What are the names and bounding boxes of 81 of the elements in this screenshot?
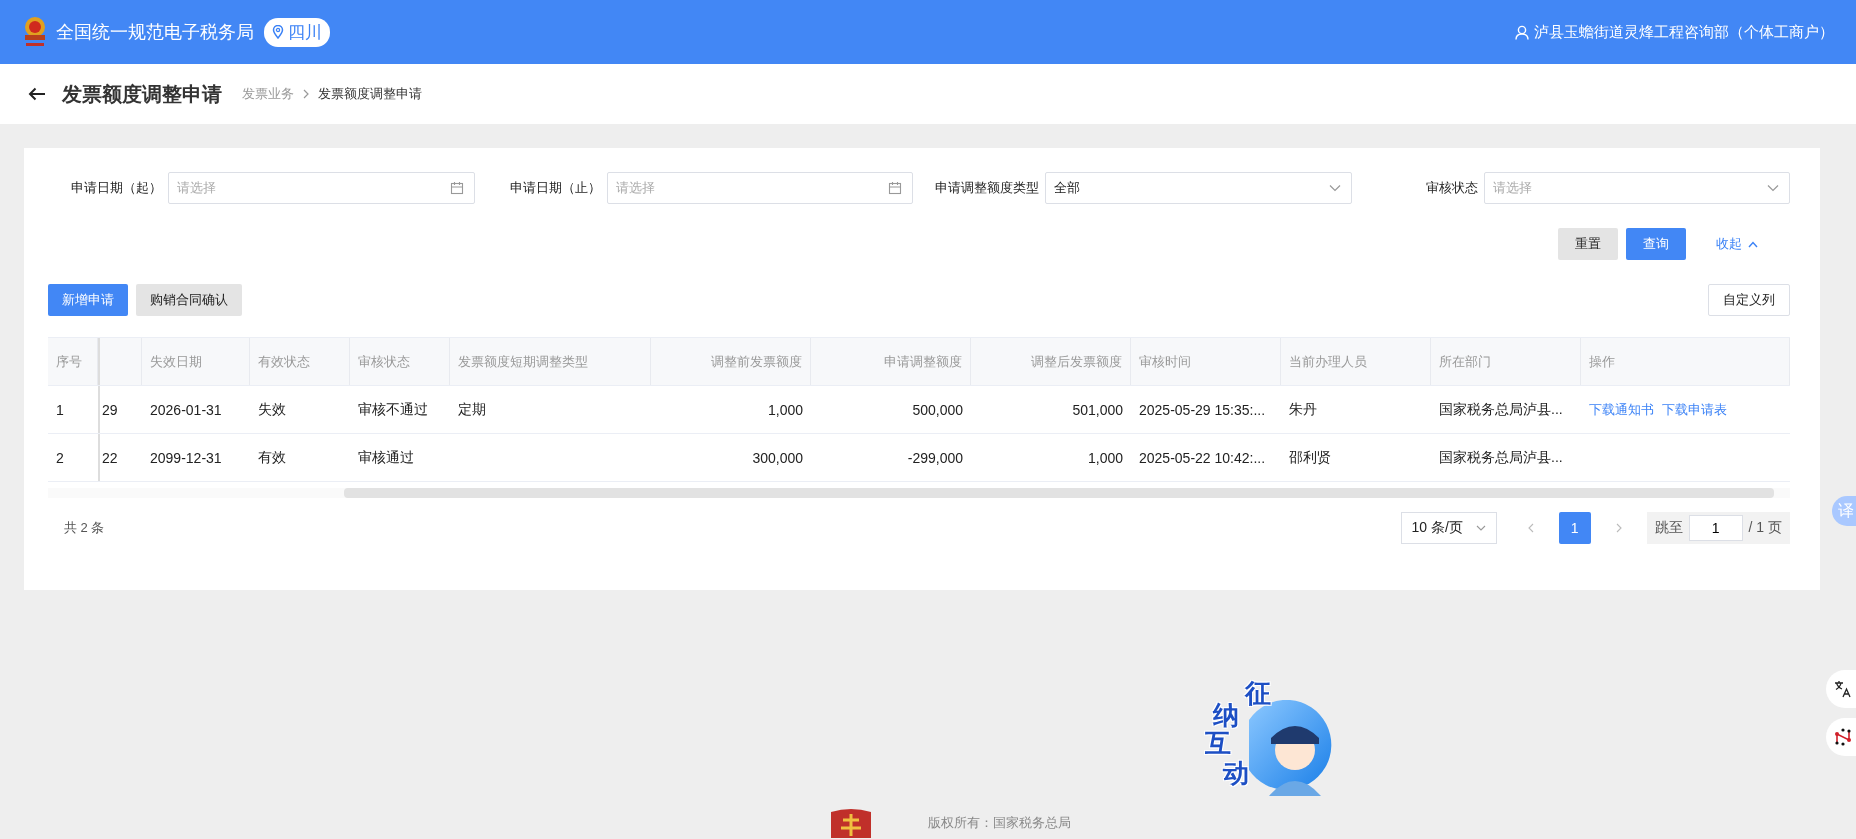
- table-cell: 29: [98, 386, 142, 433]
- table-cell-text: 国家税务总局泸县...: [1438, 447, 1564, 467]
- table-cell: 22: [98, 434, 142, 481]
- column-header: 操作: [1581, 338, 1790, 385]
- column-header: 调整后发票额度: [971, 338, 1131, 385]
- mascot-label: 互: [1205, 730, 1231, 756]
- user-account[interactable]: 泸县玉蟾街道灵烽工程咨询部（个体工商户）: [1515, 22, 1834, 42]
- column-header: 有效状态: [250, 338, 350, 385]
- user-icon: [1515, 24, 1529, 40]
- table-cell-text: 2025-05-22 10:42:...: [1138, 448, 1267, 468]
- filter-label: 申请调整额度类型: [934, 179, 1040, 197]
- calendar-icon: [449, 181, 464, 195]
- date-field[interactable]: 请选择: [606, 172, 913, 204]
- page-title: 发票额度调整申请: [62, 81, 222, 107]
- page-input[interactable]: 1: [1688, 515, 1743, 541]
- network-icon: [1834, 728, 1852, 746]
- chevron-right-icon: [302, 89, 310, 99]
- contract-confirm-button[interactable]: 购销合同确认: [136, 284, 242, 316]
- table-cell-text: 501,000: [1071, 400, 1124, 420]
- table-cell-text: 2025-05-29 15:35:...: [1138, 400, 1267, 420]
- emblem-logo-icon: [828, 808, 874, 838]
- column-header: 所在部门: [1431, 338, 1581, 385]
- site-title: 全国统一规范电子税务局: [56, 21, 254, 44]
- filter-label: 申请日期（起）: [70, 179, 163, 197]
- table-cell-text: 300,000: [751, 448, 804, 468]
- filter-label: 申请日期（止）: [508, 179, 602, 197]
- table-cell-text: 邵利贤: [1288, 447, 1332, 467]
- total-count: 共 2 条: [64, 519, 105, 537]
- select-field[interactable]: 全部: [1045, 172, 1352, 204]
- column-header: 审核时间: [1131, 338, 1281, 385]
- column-header: 序号: [48, 338, 98, 385]
- new-application-button[interactable]: 新增申请: [48, 284, 128, 316]
- search-button[interactable]: 查询: [1626, 228, 1686, 260]
- mascot-label: 动: [1223, 760, 1249, 786]
- location-pin-icon: [272, 25, 284, 39]
- table-cell-text: 2026-01-31: [149, 400, 223, 420]
- table-cell-text: 500,000: [911, 400, 964, 420]
- region-selector[interactable]: 四川: [264, 17, 330, 47]
- page-button[interactable]: 1: [1558, 512, 1591, 544]
- download-link[interactable]: 下载通知书: [1589, 400, 1654, 419]
- table-cell-text: 失效: [257, 399, 287, 419]
- select-field[interactable]: 请选择: [1483, 172, 1790, 204]
- copyright-text: 版权所有：国家税务总局: [928, 814, 1071, 832]
- table-cell-text: 2099-12-31: [149, 448, 223, 468]
- filter-label: 审核状态: [1424, 179, 1479, 197]
- column-header: 调整前发票额度: [651, 338, 811, 385]
- page-size-select[interactable]: 10 条/页: [1400, 512, 1497, 544]
- chevron-down-icon: [1475, 525, 1486, 531]
- table-cell-text: 定期: [457, 399, 487, 419]
- collapse-link[interactable]: 收起: [1702, 228, 1772, 260]
- table-cell-text: 朱丹: [1288, 399, 1318, 419]
- mascot-label: 征: [1245, 680, 1271, 706]
- chevron-down-icon: [1328, 184, 1341, 192]
- jump-label: 跳至: [1654, 519, 1683, 537]
- table-cell-text: 1: [55, 400, 65, 420]
- table-cell-text: 1,000: [766, 400, 804, 420]
- calendar-icon: [888, 181, 902, 195]
- column-header: 申请调整额度: [811, 338, 971, 385]
- table-cell-text: 2: [55, 448, 65, 468]
- horizontal-scrollbar[interactable]: [48, 488, 1790, 498]
- table-cell-text: 审核通过: [357, 447, 415, 467]
- column-header: 发票额度短期调整类型: [450, 338, 651, 385]
- table-cell-text: 审核不通过: [357, 399, 429, 419]
- download-link[interactable]: 下载申请表: [1662, 400, 1727, 419]
- page-count: / 1 页: [1748, 519, 1782, 537]
- column-header: 失效日期: [142, 338, 250, 385]
- chevron-up-icon: [1748, 240, 1758, 248]
- mascot-label: 纳: [1213, 702, 1239, 728]
- column-header: 审核状态: [350, 338, 450, 385]
- date-field[interactable]: 请选择: [168, 172, 475, 204]
- customize-columns-button[interactable]: 自定义列: [1708, 284, 1790, 316]
- table-cell-text: -299,000: [906, 448, 964, 468]
- table-cell-text: 有效: [257, 447, 287, 467]
- chevron-down-icon: [1767, 184, 1779, 192]
- translate-icon: [1834, 680, 1852, 698]
- table-cell-text: 1,000: [1086, 448, 1124, 468]
- table-cell-text: 国家税务总局泸县...: [1438, 399, 1564, 419]
- reset-button[interactable]: 重置: [1558, 228, 1618, 260]
- breadcrumb-link[interactable]: 发票业务: [242, 85, 294, 103]
- column-header: 当前办理人员: [1281, 338, 1431, 385]
- back-arrow-icon[interactable]: [28, 87, 46, 101]
